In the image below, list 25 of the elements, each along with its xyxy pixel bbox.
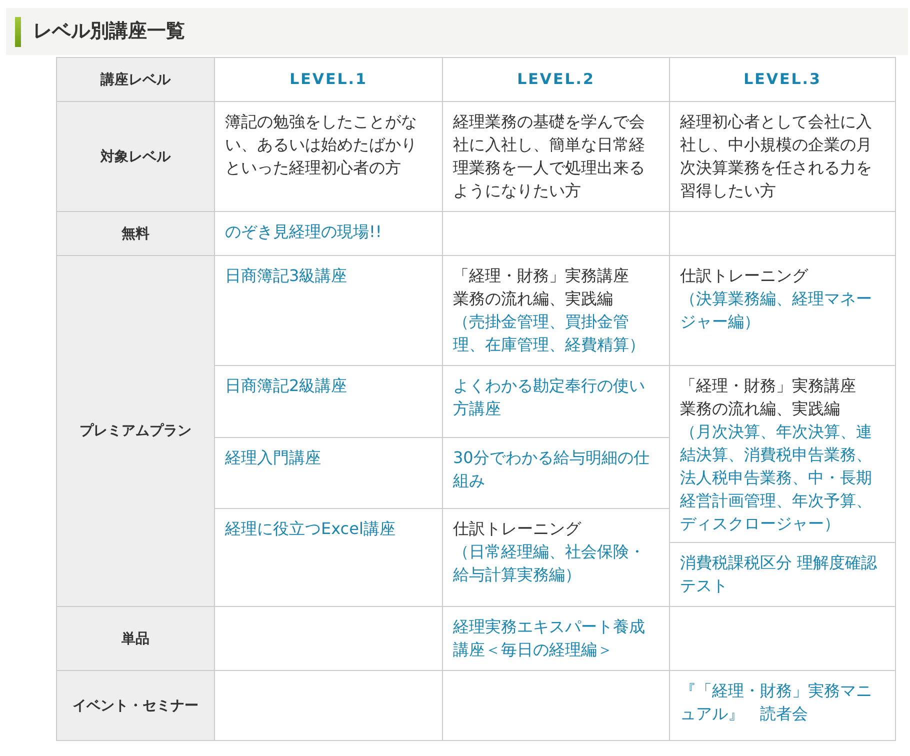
accent-bar (15, 16, 21, 46)
row-header: 無料 (122, 224, 150, 244)
course-title: 仕訳トレーニング (453, 518, 582, 540)
course-title: 簿記の勉強をしたことがない、あるいは始めたばかりといった経理初心者の方 (225, 111, 418, 179)
course-title: 仕訳トレーニング (680, 265, 810, 287)
row-header: 単品 (122, 630, 150, 648)
course-title: 業務の流れ編、実践編 (453, 288, 614, 310)
row-header: 講座レベル (100, 70, 170, 90)
course-link[interactable]: （決算業務編、経理マネージャー編） (680, 287, 879, 333)
level-heading: LEVEL.1 (290, 69, 368, 90)
course-link[interactable]: （売掛金管理、買掛金管理、在庫管理、経費精算） (453, 310, 653, 356)
course-title: 業務の流れ編、実践編 (680, 398, 841, 420)
course-link[interactable]: （日常経理編、社会保険・給与計算実務編） (453, 540, 653, 586)
row-header: イベント・セミナー (72, 696, 198, 716)
course-link[interactable]: 日商簿記3級講座 (225, 264, 426, 287)
course-link[interactable]: （月次決算、年次決算、連結決算、消費税申告業務、法人税申告業務、中・長期経営計画管理、年次予算、ディスクロージャー） (680, 420, 879, 535)
course-title: 「経理・財務」実務講座 (680, 375, 857, 397)
course-title: 経理初心者として会社に入社し、中小規模の企業の月次決算業務を任される力を習得したい方 (680, 111, 873, 202)
course-title: 経理業務の基礎を学んで会社に入社し、簡単な日常経理業務を一人で処理出来るようになりたい方 (453, 111, 646, 202)
course-title: 「経理・財務」実務講座 (453, 265, 630, 287)
level-heading: LEVEL.3 (744, 69, 822, 90)
section-title: レベル別講座一覧 (33, 19, 185, 44)
row-header: 対象レベル (100, 148, 170, 166)
row-header: プレミアムプラン (80, 422, 192, 441)
level-heading: LEVEL.2 (517, 69, 595, 90)
